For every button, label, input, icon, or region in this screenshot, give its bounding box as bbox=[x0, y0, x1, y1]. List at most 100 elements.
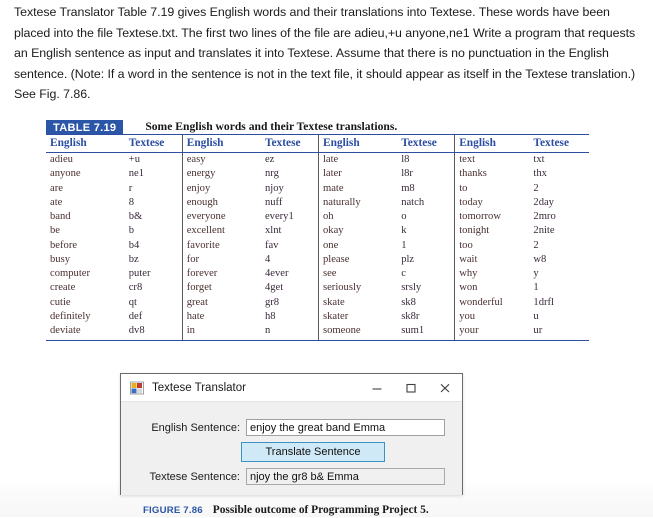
table-number-badge: TABLE 7.19 bbox=[46, 120, 124, 134]
cell-english: deviate bbox=[50, 325, 81, 336]
column-header-english-2: English bbox=[181, 135, 261, 153]
cell-english: skater bbox=[317, 309, 398, 324]
cell-textese: 2 bbox=[533, 239, 539, 251]
cell-textese: 2nite bbox=[533, 225, 555, 237]
cell-english: forever bbox=[181, 267, 261, 282]
dialog-body: English Sentence: enjoy the great band E… bbox=[121, 402, 462, 495]
english-sentence-row: English Sentence: enjoy the great band E… bbox=[132, 419, 445, 436]
cell-english: oh bbox=[317, 210, 398, 225]
cell-english: excellent bbox=[181, 224, 261, 239]
translate-sentence-button[interactable]: Translate Sentence bbox=[241, 442, 385, 462]
table-row: be b excellent xlnt okay k tonight 2nite bbox=[46, 224, 589, 239]
cell-textese: sum1 bbox=[401, 325, 425, 336]
cell-textese: njoy bbox=[264, 182, 284, 194]
cell-textese: nuff bbox=[264, 196, 283, 208]
cell-english: create bbox=[50, 282, 76, 294]
window-title-text: Textese Translator bbox=[152, 381, 246, 394]
cell-english: ate bbox=[50, 196, 63, 208]
cell-english: your bbox=[454, 324, 530, 341]
cell-textese: 4 bbox=[264, 253, 271, 265]
textese-sentence-row: Textese Sentence: njoy the gr8 b& Emma bbox=[132, 468, 445, 485]
cell-textese: w8 bbox=[533, 253, 547, 265]
cell-textese: 2 bbox=[533, 182, 539, 194]
cell-english: see bbox=[317, 267, 398, 282]
winforms-app-icon bbox=[129, 380, 145, 396]
cell-english: hate bbox=[181, 309, 261, 324]
cell-textese: 1 bbox=[401, 239, 407, 251]
cell-textese: dv8 bbox=[128, 325, 145, 336]
cell-textese: srsly bbox=[401, 282, 422, 294]
cell-textese: puter bbox=[128, 268, 151, 279]
cell-textese: b bbox=[128, 225, 135, 237]
cell-textese: y bbox=[533, 268, 539, 279]
cell-textese: c bbox=[401, 268, 406, 279]
cell-textese: 8 bbox=[128, 196, 135, 208]
cell-english: before bbox=[50, 239, 78, 251]
cell-english: band bbox=[50, 211, 71, 222]
cell-english: for bbox=[181, 252, 261, 267]
cell-english: wait bbox=[454, 252, 530, 267]
cell-textese: o bbox=[401, 211, 407, 222]
cell-english: someone bbox=[317, 324, 398, 341]
cell-english: in bbox=[181, 324, 261, 341]
close-icon[interactable] bbox=[428, 374, 462, 401]
cell-textese: 2mro bbox=[533, 211, 556, 222]
column-header-english-1: English bbox=[46, 135, 125, 153]
cell-english: cutie bbox=[50, 296, 71, 308]
cell-english: definitely bbox=[50, 310, 91, 322]
cell-english: to bbox=[454, 181, 530, 196]
cell-english: computer bbox=[50, 268, 91, 279]
textese-sentence-output[interactable]: njoy the gr8 b& Emma bbox=[246, 468, 445, 485]
cell-english: easy bbox=[181, 152, 261, 168]
cell-textese: n bbox=[264, 325, 271, 336]
cell-english: be bbox=[50, 225, 60, 237]
table-row: busy bz for 4 please plz wait w8 bbox=[46, 252, 589, 267]
cell-english: tomorrow bbox=[454, 210, 530, 225]
table-row: band b& everyone every1 oh o tomorrow 2mro bbox=[46, 210, 589, 225]
window-title-bar[interactable]: Textese Translator bbox=[121, 374, 462, 402]
figure-caption: FIGURE 7.86 Possible outcome of Programmi… bbox=[143, 500, 429, 518]
cell-english: are bbox=[50, 182, 63, 194]
cell-textese: 1drfl bbox=[533, 296, 554, 308]
table-row: anyone ne1 energy nrg later l8r thanks thx bbox=[46, 167, 589, 182]
figure-label: FIGURE 7.86 bbox=[143, 505, 203, 516]
cell-textese: k bbox=[401, 225, 407, 237]
cell-english: enough bbox=[181, 195, 261, 210]
cell-textese: 1 bbox=[533, 282, 539, 294]
maximize-icon[interactable] bbox=[394, 374, 428, 401]
cell-english: won bbox=[454, 281, 530, 296]
column-header-english-3: English bbox=[317, 135, 398, 153]
textese-sentence-label: Textese Sentence: bbox=[149, 470, 240, 483]
problem-description-paragraph: Textese Translator Table 7.19 gives Engl… bbox=[14, 5, 636, 102]
cell-textese: sk8 bbox=[401, 296, 416, 308]
english-sentence-input[interactable]: enjoy the great band Emma bbox=[246, 419, 445, 436]
cell-english: late bbox=[317, 152, 398, 168]
cell-textese: l8r bbox=[401, 168, 413, 180]
textese-translation-table: English Textese English Textese English … bbox=[46, 135, 589, 341]
cell-english: too bbox=[454, 238, 530, 253]
table-row: definitely def hate h8 skater sk8r you u bbox=[46, 309, 589, 324]
cell-textese: r bbox=[128, 182, 133, 194]
table-row: are r enjoy njoy mate m8 to 2 bbox=[46, 181, 589, 196]
cell-textese: fav bbox=[264, 239, 279, 251]
cell-textese: def bbox=[128, 310, 143, 322]
cell-textese: u bbox=[533, 310, 539, 322]
column-header-textese-1: Textese bbox=[124, 135, 183, 153]
table-row: computer puter forever 4ever see c why y bbox=[46, 267, 589, 282]
cell-textese: gr8 bbox=[264, 296, 280, 308]
table-row: adieu +u easy ez late l8 text txt bbox=[46, 152, 589, 168]
cell-textese: every1 bbox=[264, 211, 294, 222]
cell-english: seriously bbox=[317, 281, 398, 296]
cell-textese: b4 bbox=[128, 239, 140, 251]
column-header-english-4: English bbox=[454, 135, 530, 153]
cell-textese: +u bbox=[128, 154, 140, 165]
table-row: ate 8 enough nuff naturally natch today 2day bbox=[46, 195, 589, 210]
cell-english: enjoy bbox=[181, 181, 261, 196]
cell-textese: natch bbox=[401, 196, 425, 208]
cell-english: why bbox=[454, 267, 530, 282]
english-sentence-label: English Sentence: bbox=[151, 421, 240, 434]
minimize-icon[interactable] bbox=[360, 374, 394, 401]
cell-english: skate bbox=[317, 295, 398, 310]
table-7-19: TABLE 7.19 Some English words and their … bbox=[46, 118, 589, 342]
cell-textese: h8 bbox=[264, 310, 276, 322]
